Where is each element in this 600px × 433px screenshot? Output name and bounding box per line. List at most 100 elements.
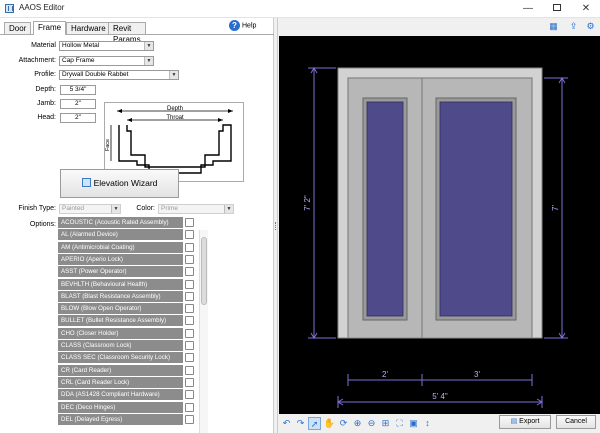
scrollbar-thumb[interactable]	[201, 237, 207, 305]
maximize-icon	[553, 3, 561, 11]
undo-icon[interactable]: ↶	[280, 417, 293, 430]
finish-type-label: Finish Type:	[18, 205, 56, 212]
option-label: ACOUSTIC (Acoustic Rated Assembly)	[58, 217, 183, 228]
color-select[interactable]: Prime ▼	[158, 204, 234, 214]
option-label: AM (Antimicrobial Coating)	[58, 241, 183, 253]
head-input[interactable]: 2"	[60, 113, 96, 123]
minimize-button[interactable]: —	[514, 0, 542, 18]
face-dimension-label: Face	[105, 139, 111, 151]
head-label: Head:	[37, 114, 56, 121]
option-label: BLOW (Blow Open Operator)	[58, 303, 183, 315]
fit-view-icon[interactable]: ▣	[407, 417, 420, 430]
option-checkbox[interactable]	[185, 341, 194, 350]
option-checkbox[interactable]	[185, 267, 194, 277]
chevron-down-icon: ▼	[169, 71, 178, 79]
material-label: Material	[31, 42, 56, 49]
profile-value: Drywall Double Rabbet	[62, 71, 129, 78]
cancel-button[interactable]: Cancel	[556, 415, 596, 429]
chevron-down-icon: ▼	[144, 42, 153, 50]
share-icon[interactable]: ⇪	[568, 21, 579, 32]
left-vision-glass	[366, 101, 404, 317]
throat-dimension-label: Throat	[166, 115, 184, 121]
material-value: Hollow Metal	[62, 42, 100, 49]
door-elevation-viewer[interactable]: 7' 2" 7' 2' 3' 5' 4"	[279, 36, 600, 414]
close-button[interactable]: ✕	[572, 0, 600, 18]
option-row[interactable]: AL (Alarmed Device)	[58, 229, 198, 241]
option-checkbox[interactable]	[185, 230, 194, 240]
jamb-input[interactable]: 2"	[60, 99, 96, 109]
option-label: BEVHLTH (Behavioural Health)	[58, 278, 183, 290]
maximize-button[interactable]	[543, 0, 571, 18]
option-checkbox[interactable]	[185, 279, 194, 289]
option-label: DEL (Delayed Egress)	[58, 413, 183, 425]
option-checkbox[interactable]	[185, 254, 194, 264]
grid-view-icon[interactable]: ▦	[548, 21, 559, 32]
option-checkbox[interactable]	[185, 242, 194, 252]
export-button[interactable]: ▤ Export	[499, 415, 551, 429]
option-row[interactable]: DEC (Deco Hinges)	[58, 401, 198, 414]
tab-hardware[interactable]: Hardware	[66, 22, 111, 34]
zoom-window-icon[interactable]: ⊞	[379, 417, 392, 430]
option-checkbox[interactable]	[185, 365, 194, 375]
app-icon	[5, 4, 14, 13]
tab-door[interactable]: Door	[4, 22, 32, 34]
material-select[interactable]: Hollow Metal ▼	[59, 41, 154, 51]
option-row[interactable]: BLAST (Blast Resistance Assembly)	[58, 290, 198, 303]
right-leaf-width-label: 3'	[474, 370, 480, 379]
option-row[interactable]: CLASS SEC (Classroom Security Lock)	[58, 352, 198, 364]
viewer-toolbar: ↶ ↷ ➚ ✋ ⟳ ⊕ ⊖ ⊞ ⛶ ▣ ↕ ▤ Export Cancel	[279, 415, 600, 433]
option-row[interactable]: BEVHLTH (Behavioural Health)	[58, 278, 198, 291]
options-scrollbar[interactable]	[199, 230, 208, 433]
settings-icon[interactable]: ⚙	[585, 21, 596, 32]
option-row[interactable]: DEL (Delayed Egress)	[58, 413, 198, 426]
option-label: CLASS (Classroom Lock)	[58, 340, 183, 351]
option-checkbox[interactable]	[185, 291, 194, 301]
option-label: BLAST (Blast Resistance Assembly)	[58, 290, 183, 302]
option-row[interactable]: CRL (Card Reader Lock)	[58, 376, 198, 389]
option-row[interactable]: ACOUSTIC (Acoustic Rated Assembly)	[58, 217, 198, 229]
option-row[interactable]: BLOW (Blow Open Operator)	[58, 303, 198, 315]
profile-select[interactable]: Drywall Double Rabbet ▼	[59, 70, 179, 80]
option-row[interactable]: ASST (Power Operator)	[58, 266, 198, 278]
profile-label: Profile:	[34, 71, 56, 78]
zoom-in-icon[interactable]: ⊕	[351, 417, 364, 430]
elevation-wizard-button[interactable]: Elevation Wizard	[60, 169, 179, 198]
chevron-down-icon: ▼	[224, 205, 233, 213]
option-row[interactable]: DDA (AS1428 Compliant Hardware)	[58, 389, 198, 401]
option-checkbox[interactable]	[185, 304, 194, 314]
option-checkbox[interactable]	[185, 390, 194, 400]
jamb-label: Jamb:	[36, 100, 56, 107]
redo-icon[interactable]: ↷	[294, 417, 307, 430]
option-checkbox[interactable]	[185, 316, 194, 326]
option-row[interactable]: AM (Antimicrobial Coating)	[58, 241, 198, 254]
option-row[interactable]: CHO (Closer Holder)	[58, 327, 198, 340]
refresh-icon[interactable]: ⟳	[337, 417, 350, 430]
option-checkbox[interactable]	[185, 353, 194, 363]
option-checkbox[interactable]	[185, 414, 194, 424]
tab-frame[interactable]: Frame	[33, 21, 67, 35]
option-checkbox[interactable]	[185, 218, 194, 227]
depth-dimension-label: Depth	[167, 106, 183, 112]
attachment-select[interactable]: Cap Frame ▼	[59, 56, 154, 66]
option-checkbox[interactable]	[185, 377, 194, 387]
tab-revit-params[interactable]: Revit Params	[108, 22, 146, 44]
zoom-out-icon[interactable]: ⊖	[365, 417, 378, 430]
help-button[interactable]: ? Help	[229, 20, 256, 32]
option-row[interactable]: CR (Card Reader)	[58, 364, 198, 377]
option-row[interactable]: CLASS (Classroom Lock)	[58, 340, 198, 352]
export-icon: ▤	[510, 418, 520, 425]
measure-icon[interactable]: ↕	[421, 417, 434, 430]
select-pointer-icon[interactable]: ➚	[308, 417, 321, 430]
pan-hand-icon[interactable]: ✋	[323, 417, 336, 430]
option-label: CHO (Closer Holder)	[58, 327, 183, 339]
finish-type-select[interactable]: Painted ▼	[59, 204, 121, 214]
option-checkbox[interactable]	[185, 402, 194, 412]
properties-panel: Door Frame Hardware Revit Params ? Help M…	[0, 18, 274, 433]
option-row[interactable]: BULLET (Bullet Resistance Assembly)	[58, 315, 198, 327]
depth-input[interactable]: 5 3/4"	[60, 85, 96, 95]
panel-splitter[interactable]	[274, 18, 278, 433]
option-row[interactable]: APERIO (Aperio Lock)	[58, 253, 198, 266]
option-checkbox[interactable]	[185, 328, 194, 338]
zoom-extents-icon[interactable]: ⛶	[393, 417, 406, 430]
option-label: DDA (AS1428 Compliant Hardware)	[58, 389, 183, 401]
